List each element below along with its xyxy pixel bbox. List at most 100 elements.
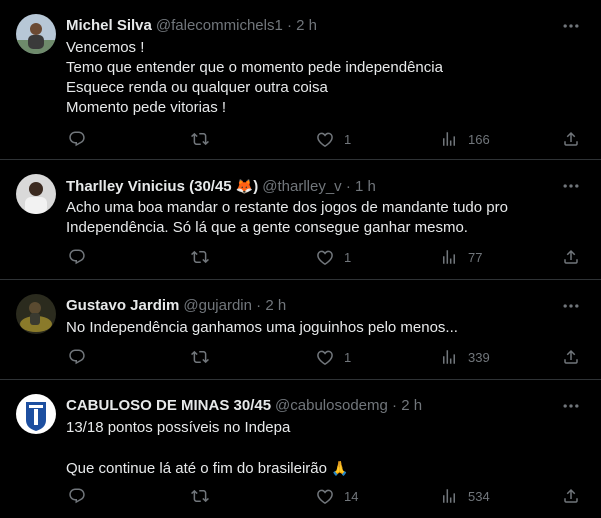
retweet-button[interactable]	[191, 485, 209, 507]
tweet-feed: Michel Silva @falecommichels1 · 2 h Vence…	[0, 0, 601, 518]
retweet-button[interactable]	[191, 128, 209, 150]
reply-icon	[69, 349, 85, 365]
tweet-text: No Independência ganhamos uma joguinhos …	[66, 318, 576, 338]
retweet-icon	[191, 132, 209, 146]
views-button[interactable]: 166	[440, 128, 490, 150]
share-button[interactable]	[562, 485, 580, 507]
like-count: 1	[344, 249, 352, 265]
views-button[interactable]: 534	[440, 485, 490, 507]
display-name[interactable]: Tharlley Vinicius (30/45 🦊)	[66, 178, 258, 195]
tweet-header: CABULOSO DE MINAS 30/45 @cabulosodemg · 2…	[66, 396, 422, 416]
timestamp[interactable]: 2 h	[296, 17, 317, 34]
separator-dot: ·	[256, 297, 262, 314]
like-button[interactable]: 1	[316, 246, 351, 268]
display-name[interactable]: Gustavo Jardim	[66, 297, 179, 314]
tweet-line: Temo que entender que o momento pede ind…	[66, 59, 443, 76]
tweet-line	[66, 438, 576, 458]
view-count: 339	[468, 349, 490, 365]
share-icon	[564, 131, 578, 146]
tweet[interactable]: Gustavo Jardim @gujardin · 2 h No Indepen…	[0, 280, 601, 380]
tweet-line: 13/18 pontos possíveis no Indepa	[66, 419, 291, 436]
timestamp[interactable]: 2 h	[265, 297, 286, 314]
tweet-line: Acho uma boa mandar o restante dos jogos…	[66, 199, 508, 216]
more-icon[interactable]	[561, 396, 581, 416]
action-bar: 1 77	[60, 246, 590, 268]
user-handle[interactable]: @tharlley_v	[262, 178, 341, 195]
timestamp[interactable]: 1 h	[355, 178, 376, 195]
reply-button[interactable]	[68, 246, 86, 268]
tweet-line: Esquece renda ou qualquer outra coisa	[66, 79, 328, 96]
tweet-text: Vencemos ! Temo que entender que o momen…	[66, 38, 576, 118]
timestamp[interactable]: 2 h	[401, 397, 422, 414]
view-count: 534	[468, 488, 490, 504]
view-count: 166	[468, 131, 490, 147]
views-icon	[443, 250, 455, 264]
reply-button[interactable]	[68, 346, 86, 368]
avatar[interactable]	[16, 174, 56, 214]
like-icon	[317, 350, 333, 365]
tweet[interactable]: CABULOSO DE MINAS 30/45 @cabulosodemg · 2…	[0, 380, 601, 518]
tweet[interactable]: Tharlley Vinicius (30/45 🦊) @tharlley_v ·…	[0, 160, 601, 280]
retweet-icon	[191, 350, 209, 364]
like-button[interactable]: 1	[316, 346, 351, 368]
tweet-header: Michel Silva @falecommichels1 · 2 h	[66, 16, 317, 36]
retweet-icon	[191, 489, 209, 503]
tweet-line: Momento pede vitorias !	[66, 99, 227, 116]
user-handle[interactable]: @cabulosodemg	[275, 397, 388, 414]
share-button[interactable]	[562, 128, 580, 150]
like-count: 14	[344, 488, 359, 504]
views-icon	[443, 132, 455, 146]
views-icon	[443, 350, 455, 364]
views-button[interactable]: 77	[440, 246, 482, 268]
tweet-line: No Independência ganhamos uma joguinhos …	[66, 319, 458, 336]
user-handle[interactable]: @gujardin	[183, 297, 252, 314]
reply-icon	[69, 131, 85, 147]
like-icon	[317, 132, 333, 147]
avatar[interactable]	[16, 394, 56, 434]
avatar[interactable]	[16, 14, 56, 54]
reply-button[interactable]	[68, 485, 86, 507]
tweet[interactable]: Michel Silva @falecommichels1 · 2 h Vence…	[0, 0, 601, 160]
like-button[interactable]: 14	[316, 485, 358, 507]
share-icon	[564, 488, 578, 503]
like-icon	[317, 250, 333, 265]
display-name[interactable]: Michel Silva	[66, 17, 152, 34]
share-button[interactable]	[562, 246, 580, 268]
like-count: 1	[344, 131, 352, 147]
view-count: 77	[468, 249, 483, 265]
more-icon[interactable]	[561, 296, 581, 316]
retweet-icon	[191, 250, 209, 264]
fox-emoji: 🦊	[235, 178, 254, 194]
avatar[interactable]	[16, 294, 56, 334]
like-button[interactable]: 1	[316, 128, 351, 150]
separator-dot: ·	[345, 178, 351, 195]
tweet-line: Vencemos !	[66, 39, 145, 56]
views-button[interactable]: 339	[440, 346, 490, 368]
share-icon	[564, 249, 578, 264]
tweet-header: Gustavo Jardim @gujardin · 2 h	[66, 296, 286, 316]
praying-hands-emoji: 🙏	[331, 460, 349, 476]
more-icon[interactable]	[561, 16, 581, 36]
like-count: 1	[344, 349, 352, 365]
reply-button[interactable]	[68, 128, 86, 150]
action-bar: 1 339	[60, 346, 590, 368]
separator-dot: ·	[392, 397, 398, 414]
tweet-text: 13/18 pontos possíveis no Indepa Que con…	[66, 418, 576, 479]
action-bar: 1 166	[60, 128, 590, 150]
retweet-button[interactable]	[191, 346, 209, 368]
reply-icon	[69, 488, 85, 504]
action-bar: 14 534	[60, 485, 590, 507]
views-icon	[443, 489, 455, 503]
like-icon	[317, 489, 333, 504]
tweet-line: Que continue lá até o fim do brasileirão…	[66, 460, 349, 477]
more-icon[interactable]	[561, 176, 581, 196]
tweet-text: Acho uma boa mandar o restante dos jogos…	[66, 198, 576, 238]
reply-icon	[69, 249, 85, 265]
tweet-header: Tharlley Vinicius (30/45 🦊) @tharlley_v ·…	[66, 176, 376, 196]
user-handle[interactable]: @falecommichels1	[156, 17, 283, 34]
tweet-line: Independência. Só lá que a gente consegu…	[66, 219, 468, 236]
separator-dot: ·	[286, 17, 292, 34]
display-name[interactable]: CABULOSO DE MINAS 30/45	[66, 397, 271, 414]
retweet-button[interactable]	[191, 246, 209, 268]
share-button[interactable]	[562, 346, 580, 368]
